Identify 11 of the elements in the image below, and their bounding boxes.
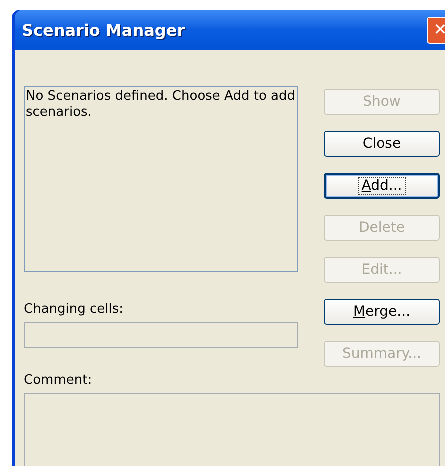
empty-list-message: No Scenarios defined. Choose Add to add scenarios. [26, 89, 296, 121]
scenarios-list[interactable]: No Scenarios defined. Choose Add to add scenarios. [24, 86, 298, 272]
close-button[interactable]: ✕ [427, 16, 445, 44]
dialog-button[interactable]: Close [324, 131, 440, 157]
comment-label: Comment: [24, 373, 94, 389]
changing-cells-label: Changing cells: [24, 302, 125, 318]
window-title: Scenario Manager [21, 20, 186, 42]
comment-field[interactable] [24, 393, 440, 466]
changing-cells-field[interactable] [24, 322, 298, 348]
dialog-button[interactable]: Merge... [324, 299, 440, 325]
dialog-button[interactable]: Add... [324, 173, 440, 199]
